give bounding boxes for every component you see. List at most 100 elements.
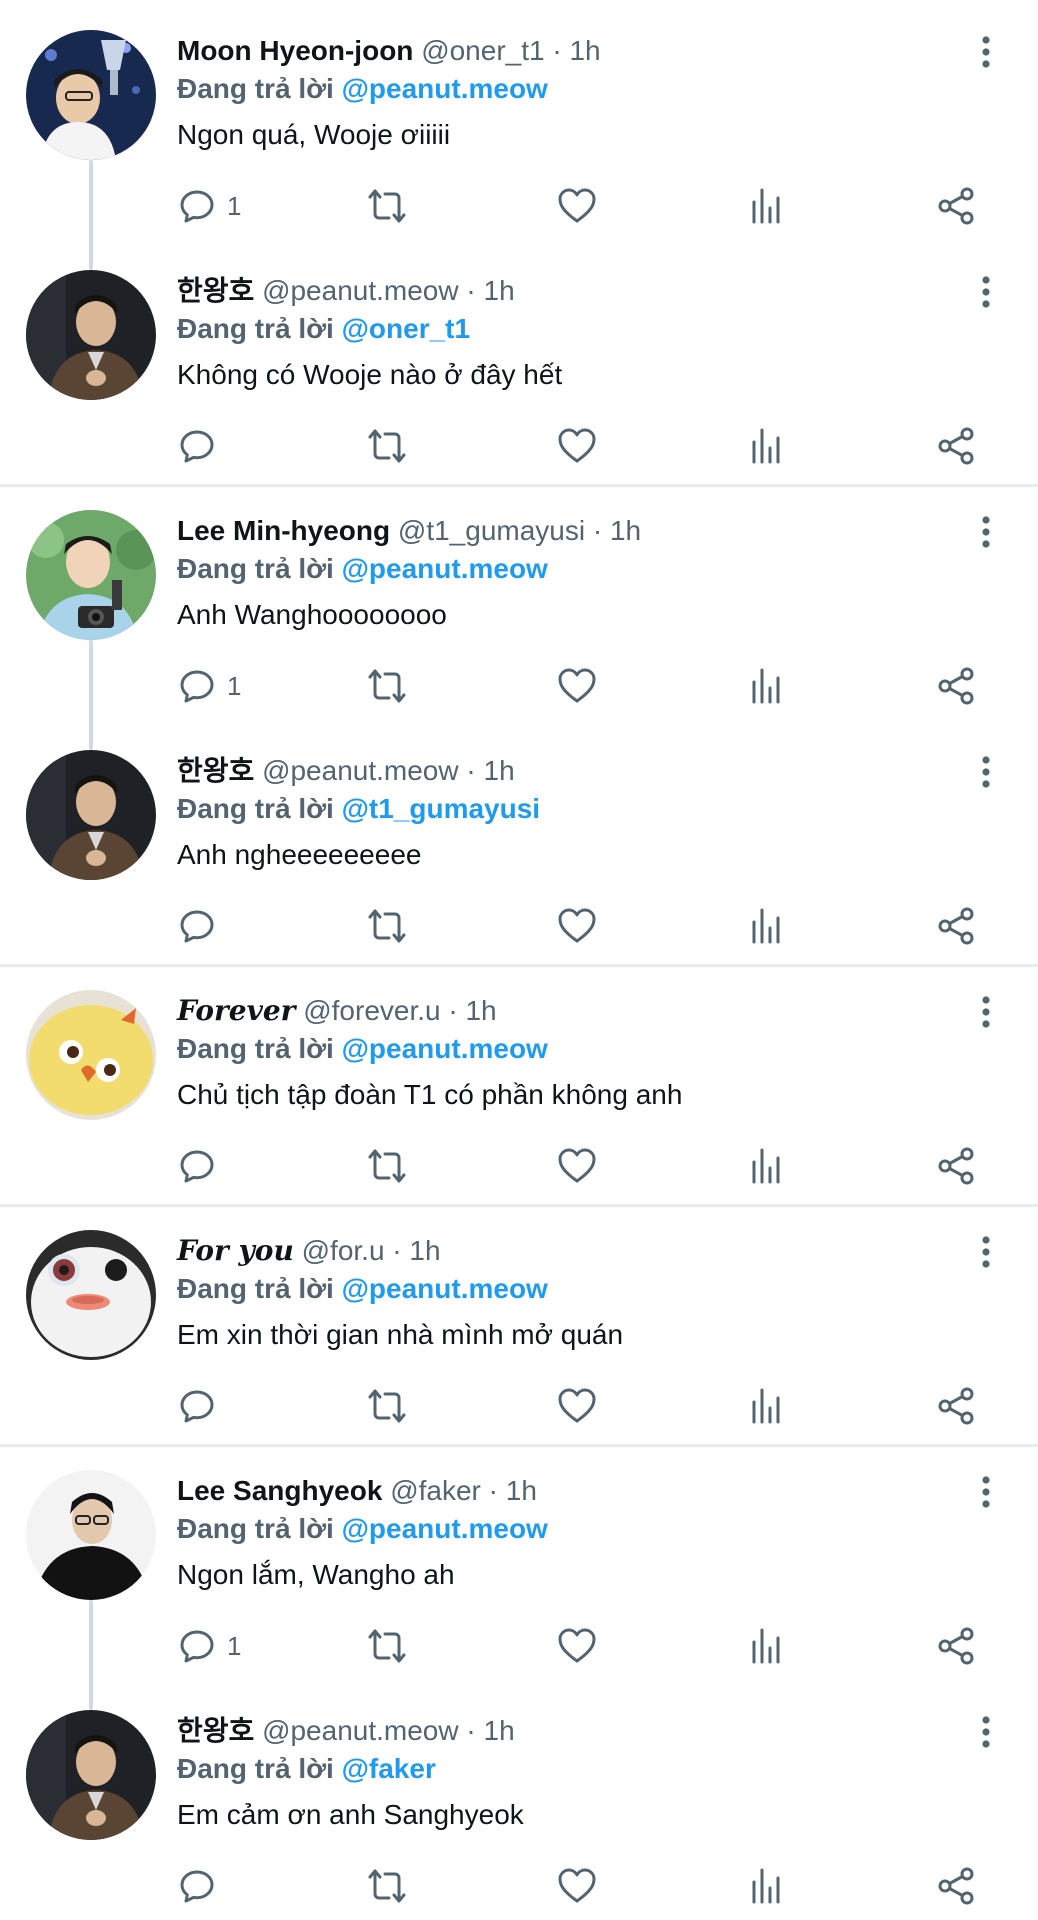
- more-options-button[interactable]: [968, 1234, 1004, 1270]
- replying-to-handle[interactable]: @peanut.meow: [342, 553, 548, 584]
- avatar-peanut[interactable]: [26, 1710, 156, 1840]
- timestamp[interactable]: 1h: [484, 1715, 515, 1746]
- timestamp[interactable]: 1h: [610, 515, 641, 546]
- retweet-button[interactable]: [367, 1144, 407, 1188]
- avatar-gumayusi[interactable]: [26, 510, 156, 640]
- avatar-forever[interactable]: [26, 990, 156, 1120]
- like-button[interactable]: [557, 184, 597, 228]
- replying-to-handle[interactable]: @faker: [342, 1753, 436, 1784]
- display-name[interactable]: For you: [177, 1234, 294, 1267]
- reply-button[interactable]: [177, 904, 217, 948]
- retweet-button[interactable]: [367, 424, 407, 468]
- retweet-button[interactable]: [367, 664, 407, 708]
- tweet[interactable]: Lee Min-hyeong @t1_gumayusi · 1h Đang tr…: [0, 480, 1038, 720]
- reply-button[interactable]: [177, 1144, 217, 1188]
- more-options-button[interactable]: [968, 1474, 1004, 1510]
- more-options-button[interactable]: [968, 994, 1004, 1030]
- user-handle[interactable]: @forever.u: [303, 995, 440, 1026]
- retweet-button[interactable]: [367, 1624, 407, 1668]
- share-icon: [938, 1867, 974, 1905]
- timestamp[interactable]: 1h: [484, 275, 515, 306]
- tweet-text: Anh ngheeeeeeeee: [177, 839, 422, 870]
- share-button[interactable]: [937, 1864, 977, 1908]
- views-button[interactable]: [747, 904, 787, 948]
- tweet[interactable]: Lee Sanghyeok @faker · 1h Đang trả lời @…: [0, 1440, 1038, 1680]
- avatar-oner[interactable]: [26, 30, 156, 160]
- replying-to-handle[interactable]: @t1_gumayusi: [342, 793, 540, 824]
- more-options-button[interactable]: [968, 1714, 1004, 1750]
- share-button[interactable]: [937, 184, 977, 228]
- more-options-button[interactable]: [968, 754, 1004, 790]
- timestamp[interactable]: 1h: [484, 755, 515, 786]
- user-handle[interactable]: @peanut.meow: [262, 1715, 459, 1746]
- tweet[interactable]: Moon Hyeon-joon @oner_t1 · 1h Đang trả l…: [0, 0, 1038, 240]
- timestamp[interactable]: 1h: [409, 1235, 440, 1266]
- reply-button[interactable]: 1: [177, 1624, 241, 1668]
- reply-button[interactable]: [177, 1384, 217, 1428]
- views-button[interactable]: [747, 1864, 787, 1908]
- display-name[interactable]: 한왕호: [177, 755, 254, 786]
- timestamp[interactable]: 1h: [465, 995, 496, 1026]
- views-button[interactable]: [747, 1624, 787, 1668]
- like-button[interactable]: [557, 1624, 597, 1668]
- share-button[interactable]: [937, 1624, 977, 1668]
- like-button[interactable]: [557, 1864, 597, 1908]
- user-handle[interactable]: @peanut.meow: [262, 755, 459, 786]
- like-button[interactable]: [557, 904, 597, 948]
- retweet-button[interactable]: [367, 904, 407, 948]
- more-options-button[interactable]: [968, 274, 1004, 310]
- replying-to-handle[interactable]: @oner_t1: [342, 313, 470, 344]
- views-button[interactable]: [747, 1144, 787, 1188]
- share-button[interactable]: [937, 904, 977, 948]
- like-button[interactable]: [557, 664, 597, 708]
- share-button[interactable]: [937, 424, 977, 468]
- display-name[interactable]: Moon Hyeon-joon: [177, 35, 413, 66]
- retweet-button[interactable]: [367, 184, 407, 228]
- tweet[interactable]: Forever @forever.u · 1h Đang trả lời @pe…: [0, 960, 1038, 1200]
- reply-button[interactable]: [177, 1864, 217, 1908]
- more-vertical-icon: [982, 1716, 990, 1748]
- views-button[interactable]: [747, 664, 787, 708]
- user-handle[interactable]: @faker: [390, 1475, 481, 1506]
- more-options-button[interactable]: [968, 34, 1004, 70]
- tweet-text: Chủ tịch tập đoàn T1 có phần không anh: [177, 1079, 683, 1110]
- user-handle[interactable]: @oner_t1: [421, 35, 544, 66]
- replying-to-handle[interactable]: @peanut.meow: [342, 1513, 548, 1544]
- share-button[interactable]: [937, 1144, 977, 1188]
- user-handle[interactable]: @peanut.meow: [262, 275, 459, 306]
- replying-to-handle[interactable]: @peanut.meow: [342, 1273, 548, 1304]
- tweet[interactable]: 한왕호 @peanut.meow · 1h Đang trả lời @t1_g…: [0, 720, 1038, 960]
- more-options-button[interactable]: [968, 514, 1004, 550]
- like-button[interactable]: [557, 424, 597, 468]
- views-button[interactable]: [747, 424, 787, 468]
- replying-to-handle[interactable]: @peanut.meow: [342, 1033, 548, 1064]
- retweet-button[interactable]: [367, 1384, 407, 1428]
- display-name[interactable]: Lee Min-hyeong: [177, 515, 390, 546]
- avatar-faker[interactable]: [26, 1470, 156, 1600]
- replying-to-handle[interactable]: @peanut.meow: [342, 73, 548, 104]
- tweet[interactable]: 한왕호 @peanut.meow · 1h Đang trả lời @oner…: [0, 240, 1038, 480]
- avatar-peanut[interactable]: [26, 750, 156, 880]
- share-button[interactable]: [937, 664, 977, 708]
- retweet-button[interactable]: [367, 1864, 407, 1908]
- avatar-peanut[interactable]: [26, 270, 156, 400]
- tweet[interactable]: For you @for.u · 1h Đang trả lời @peanut…: [0, 1200, 1038, 1440]
- avatar-foryou[interactable]: [26, 1230, 156, 1360]
- like-button[interactable]: [557, 1144, 597, 1188]
- reply-button[interactable]: 1: [177, 664, 241, 708]
- share-button[interactable]: [937, 1384, 977, 1428]
- display-name[interactable]: 한왕호: [177, 1715, 254, 1746]
- display-name[interactable]: Lee Sanghyeok: [177, 1475, 382, 1506]
- views-button[interactable]: [747, 1384, 787, 1428]
- tweet[interactable]: 한왕호 @peanut.meow · 1h Đang trả lời @fake…: [0, 1680, 1038, 1920]
- display-name[interactable]: 한왕호: [177, 275, 254, 306]
- user-handle[interactable]: @for.u: [302, 1235, 385, 1266]
- reply-button[interactable]: 1: [177, 184, 241, 228]
- display-name[interactable]: Forever: [177, 994, 295, 1027]
- reply-button[interactable]: [177, 424, 217, 468]
- user-handle[interactable]: @t1_gumayusi: [398, 515, 585, 546]
- views-button[interactable]: [747, 184, 787, 228]
- timestamp[interactable]: 1h: [569, 35, 600, 66]
- like-button[interactable]: [557, 1384, 597, 1428]
- timestamp[interactable]: 1h: [506, 1475, 537, 1506]
